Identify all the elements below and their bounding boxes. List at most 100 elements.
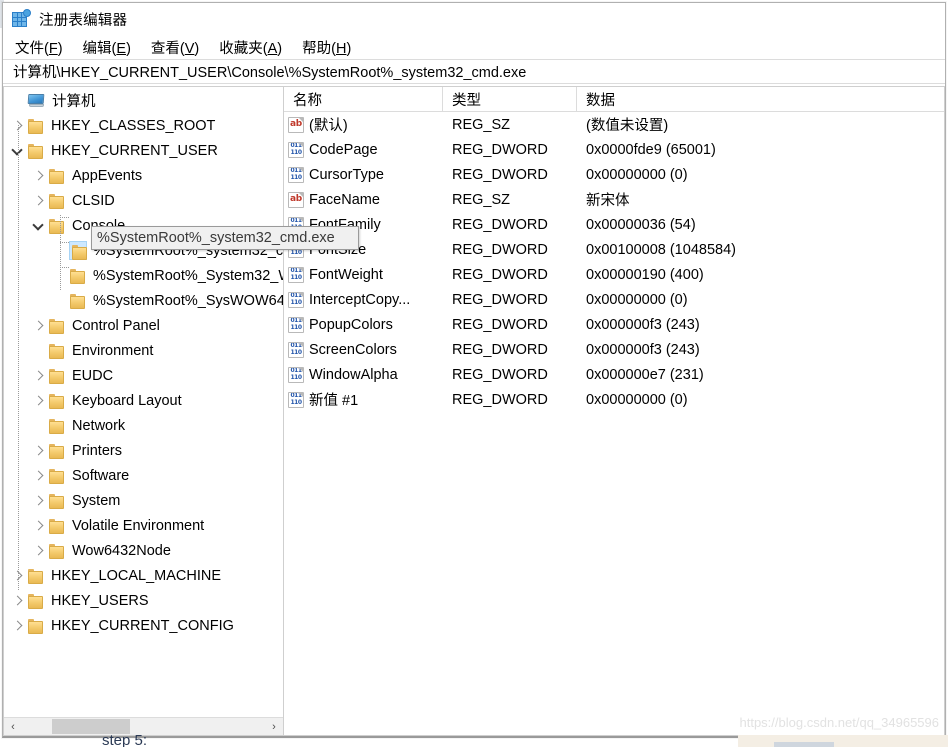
folder-icon — [27, 118, 45, 134]
menu-item-favorites[interactable]: 收藏夹(A) — [217, 36, 291, 59]
address-bar[interactable]: 计算机\HKEY_CURRENT_USER\Console\%SystemRoo… — [3, 59, 945, 84]
tree-item-label: Volatile Environment — [72, 517, 205, 534]
tree-item-clsid[interactable]: CLSID — [4, 188, 283, 213]
tree-item-system[interactable]: System — [4, 488, 283, 513]
chevron-right-icon[interactable] — [31, 313, 48, 338]
tree-item-computer[interactable]: 计算机 — [4, 88, 283, 113]
menu-item-view[interactable]: 查看(V) — [149, 36, 208, 59]
tree-item-hkey-classes-root[interactable]: HKEY_CLASSES_ROOT — [4, 113, 283, 138]
tree-item-label: HKEY_USERS — [51, 592, 149, 609]
scroll-right-arrow-icon[interactable]: › — [265, 718, 283, 735]
chevron-right-icon[interactable] — [31, 388, 48, 413]
menu-item-help[interactable]: 帮助(H) — [300, 36, 360, 59]
chevron-down-icon[interactable] — [31, 213, 48, 238]
dword-value-icon: 011110 — [288, 291, 304, 308]
value-name: InterceptCopy... — [309, 291, 411, 308]
computer-icon — [27, 93, 46, 109]
column-header-name[interactable]: 名称 — [284, 87, 443, 112]
value-data-cell: 0x0000fde9 (65001) — [577, 137, 944, 162]
tree-item-wow6432node[interactable]: Wow6432Node — [4, 538, 283, 563]
tree-item-printers[interactable]: Printers — [4, 438, 283, 463]
tree-item-appevents[interactable]: AppEvents — [4, 163, 283, 188]
value-type-cell: REG_DWORD — [443, 387, 577, 412]
folder-icon — [48, 418, 66, 434]
value-type: REG_DWORD — [452, 291, 548, 308]
value-name-cell: 011 110 ScreenColors — [284, 337, 443, 362]
value-row[interactable]: 011110FontSizeREG_DWORD0x00100008 (10485… — [284, 237, 944, 262]
tree-item-hkey-current-config[interactable]: HKEY_CURRENT_CONFIG — [4, 613, 283, 638]
scroll-left-arrow-icon[interactable]: ‹ — [4, 718, 22, 735]
rename-key-input[interactable]: %SystemRoot%_system32_cmd.exe — [91, 226, 359, 250]
value-type-cell: REG_DWORD — [443, 212, 577, 237]
tree-item-hkey-current-user[interactable]: HKEY_CURRENT_USER — [4, 138, 283, 163]
value-name: CursorType — [309, 166, 384, 183]
value-row[interactable]: 011 110 WindowAlpha REG_DWORD 0x000000e7 (23… — [284, 362, 944, 387]
value-type-cell: REG_SZ — [443, 112, 577, 137]
tree-item-systemroot-system32-windowspowershell-v1-0-powershell-exe[interactable]: %SystemRoot%_System32_WindowsPowerShell_… — [4, 263, 283, 288]
tree-item-environment[interactable]: Environment — [4, 338, 283, 363]
tree-item-network[interactable]: Network — [4, 413, 283, 438]
folder-icon — [48, 318, 66, 334]
registry-editor-icon — [11, 9, 31, 29]
chevron-right-icon[interactable] — [31, 463, 48, 488]
value-row[interactable]: 011 110 新值 #1 REG_DWORD 0x00000000 (0) — [284, 387, 944, 412]
tree-item-keyboard-layout[interactable]: Keyboard Layout — [4, 388, 283, 413]
tree-item-systemroot-syswow64-windowspowershell-v1-0-powershell-exe[interactable]: %SystemRoot%_SysWOW64_WindowsPowerShell_… — [4, 288, 283, 313]
value-data: 0x000000f3 (243) — [586, 316, 700, 333]
tree-item-hkey-users[interactable]: HKEY_USERS — [4, 588, 283, 613]
tree-item-label: HKEY_CLASSES_ROOT — [51, 117, 216, 134]
menu-accel-view: V — [184, 40, 195, 57]
value-row[interactable]: 011 110 CodePage REG_DWORD 0x0000fde9 (65001… — [284, 137, 944, 162]
chevron-right-icon[interactable] — [10, 588, 27, 613]
chevron-right-icon[interactable] — [31, 188, 48, 213]
tree-guide-line — [60, 215, 61, 290]
value-data: 0x00000000 (0) — [586, 166, 688, 183]
tree-item-software[interactable]: Software — [4, 463, 283, 488]
value-row[interactable]: 011 110 FontWeight REG_DWORD 0x00000190 (400… — [284, 262, 944, 287]
value-name: FaceName — [309, 191, 380, 208]
chevron-right-icon[interactable] — [10, 613, 27, 638]
menu-item-edit[interactable]: 编辑(E) — [81, 36, 140, 59]
value-name-cell: 011 110 CodePage — [284, 137, 443, 162]
chevron-right-icon[interactable] — [31, 488, 48, 513]
folder-icon — [27, 568, 45, 584]
dword-value-icon: 011110 — [288, 341, 304, 358]
folder-icon — [27, 593, 45, 609]
tree-item-hkey-local-machine[interactable]: HKEY_LOCAL_MACHINE — [4, 563, 283, 588]
chevron-right-icon[interactable] — [31, 513, 48, 538]
tree-item-label: 计算机 — [52, 94, 96, 110]
chevron-right-icon[interactable] — [31, 363, 48, 388]
dword-value-icon: 011110 — [288, 366, 304, 383]
chevron-right-icon[interactable] — [31, 538, 48, 563]
value-row[interactable]: 011 110 InterceptCopy... REG_DWORD 0x0000000… — [284, 287, 944, 312]
value-data: 0x000000e7 (231) — [586, 366, 704, 383]
value-row[interactable]: ab FaceName REG_SZ 新宋体 — [284, 187, 944, 212]
tree-item-eudc[interactable]: EUDC — [4, 363, 283, 388]
value-name: PopupColors — [309, 316, 393, 333]
tree-item-label: HKEY_CURRENT_CONFIG — [51, 617, 234, 634]
string-value-icon: ab — [288, 116, 304, 133]
window-title: 注册表编辑器 — [39, 12, 128, 29]
tree-item-volatile-environment[interactable]: Volatile Environment — [4, 513, 283, 538]
value-row[interactable]: 011 110 ScreenColors REG_DWORD 0x000000f3 (2… — [284, 337, 944, 362]
folder-icon — [48, 218, 66, 234]
value-row[interactable]: 011110FontFamilyREG_DWORD0x00000036 (54) — [284, 212, 944, 237]
value-name: 新值 #1 — [309, 393, 359, 409]
value-data: 0x00000000 (0) — [586, 291, 688, 308]
menu-item-file[interactable]: 文件(F) — [13, 36, 72, 59]
column-header-data[interactable]: 数据 — [577, 87, 944, 112]
folder-icon — [48, 368, 66, 384]
chevron-right-icon[interactable] — [31, 163, 48, 188]
tree-item-label: Network — [72, 417, 126, 434]
column-header-type[interactable]: 类型 — [443, 87, 577, 112]
value-name-cell: 011 110 InterceptCopy... — [284, 287, 443, 312]
chevron-right-icon[interactable] — [31, 438, 48, 463]
value-row[interactable]: 011 110 CursorType REG_DWORD 0x00000000 (0) — [284, 162, 944, 187]
folder-icon — [48, 493, 66, 509]
value-row[interactable]: 011 110 PopupColors REG_DWORD 0x000000f3 (24… — [284, 312, 944, 337]
tree-item-control-panel[interactable]: Control Panel — [4, 313, 283, 338]
values-list: ab (默认) REG_SZ (数值未设置) 011 110 CodePage REG_DWO… — [284, 112, 944, 412]
value-row[interactable]: ab (默认) REG_SZ (数值未设置) — [284, 112, 944, 137]
